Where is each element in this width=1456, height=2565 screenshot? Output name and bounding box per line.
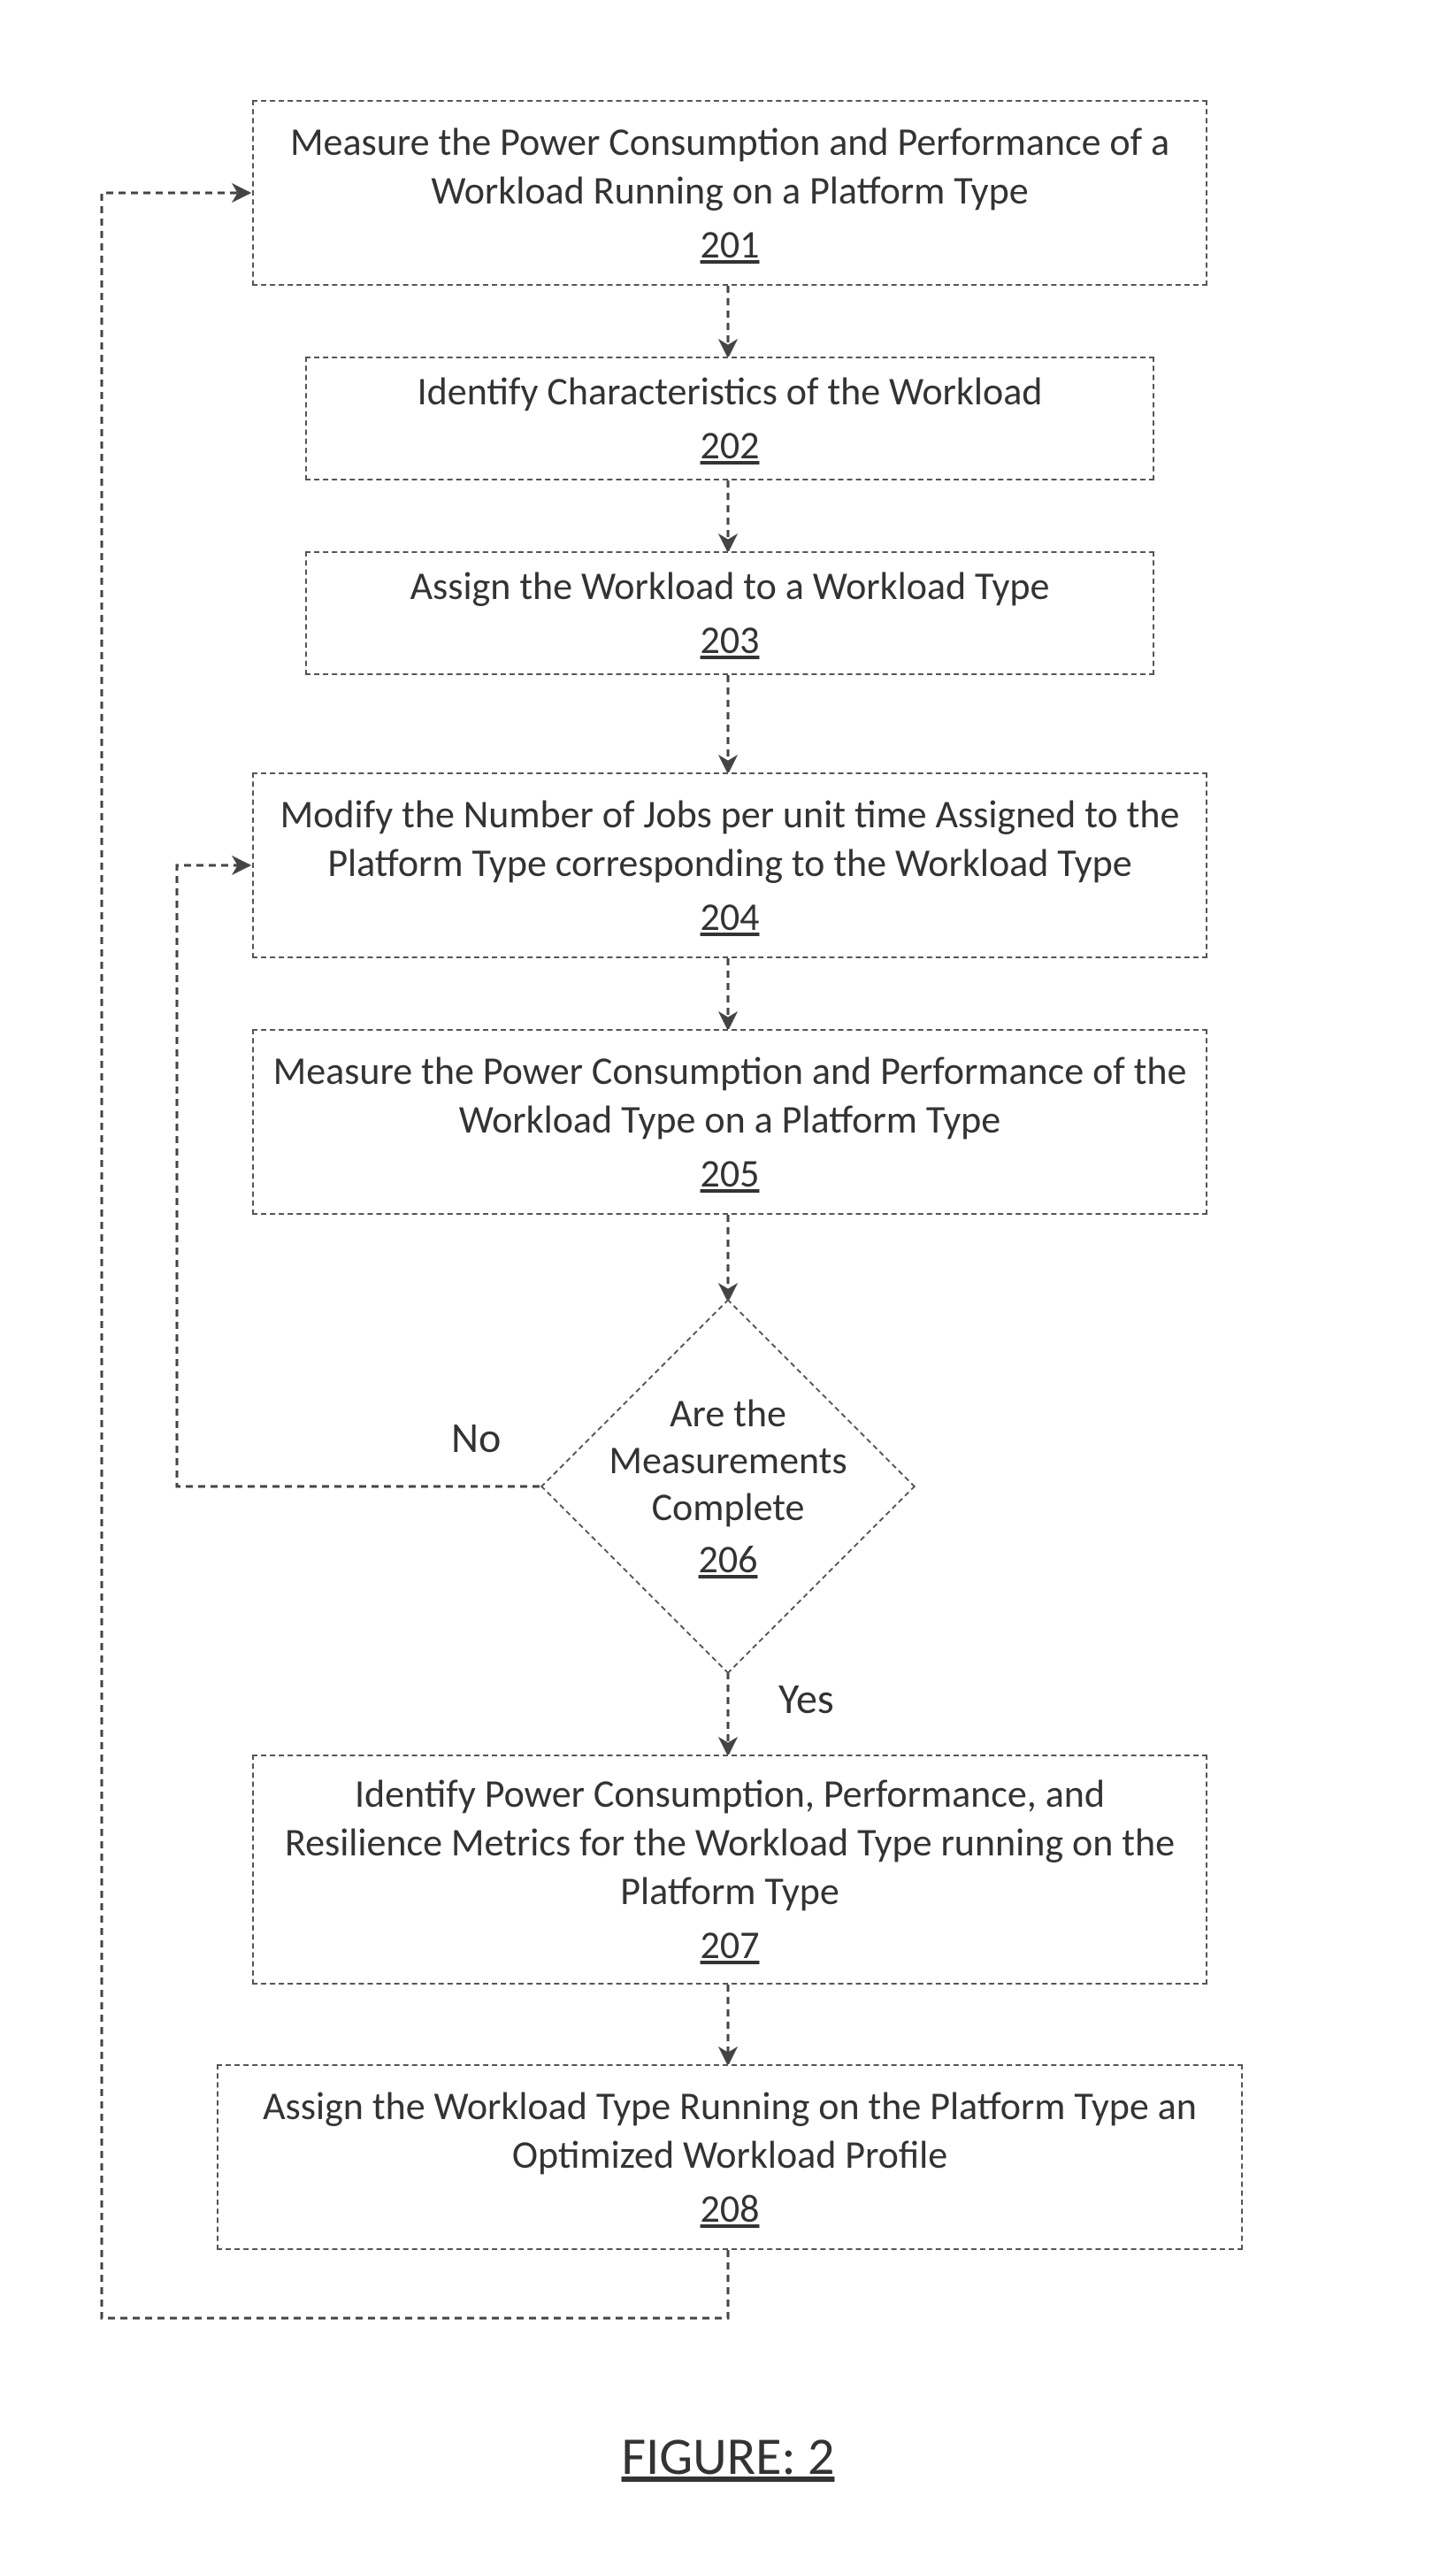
step-201-ref: 201 bbox=[701, 220, 760, 269]
step-208: Assign the Workload Type Running on the … bbox=[217, 2064, 1243, 2250]
label-no: No bbox=[451, 1411, 501, 1463]
step-202-text: Identify Characteristics of the Workload bbox=[418, 367, 1043, 416]
figure-caption: FIGURE: 2 bbox=[0, 2424, 1456, 2489]
step-202: Identify Characteristics of the Workload… bbox=[305, 357, 1154, 480]
step-204: Modify the Number of Jobs per unit time … bbox=[252, 772, 1207, 958]
step-205: Measure the Power Consumption and Perfor… bbox=[252, 1029, 1207, 1215]
decision-206-text: Are the Measurements Complete bbox=[586, 1390, 870, 1530]
step-203: Assign the Workload to a Workload Type 2… bbox=[305, 551, 1154, 675]
step-201-text: Measure the Power Consumption and Perfor… bbox=[272, 118, 1188, 215]
step-207: Identify Power Consumption, Performance,… bbox=[252, 1755, 1207, 1985]
step-205-text: Measure the Power Consumption and Perfor… bbox=[272, 1047, 1188, 1144]
step-203-ref: 203 bbox=[701, 616, 760, 664]
step-208-text: Assign the Workload Type Running on the … bbox=[236, 2082, 1223, 2179]
step-201: Measure the Power Consumption and Perfor… bbox=[252, 100, 1207, 286]
step-208-ref: 208 bbox=[701, 2185, 760, 2233]
step-207-text: Identify Power Consumption, Performance,… bbox=[272, 1770, 1188, 1916]
step-205-ref: 205 bbox=[701, 1149, 760, 1198]
flowchart-canvas: Measure the Power Consumption and Perfor… bbox=[0, 0, 1456, 2565]
step-207-ref: 207 bbox=[701, 1921, 760, 1970]
decision-206: Are the Measurements Complete 206 bbox=[540, 1301, 916, 1672]
step-204-ref: 204 bbox=[701, 893, 760, 941]
step-203-text: Assign the Workload to a Workload Type bbox=[410, 562, 1050, 611]
decision-206-ref: 206 bbox=[699, 1536, 758, 1583]
label-yes: Yes bbox=[778, 1672, 834, 1724]
step-204-text: Modify the Number of Jobs per unit time … bbox=[272, 790, 1188, 887]
step-202-ref: 202 bbox=[701, 421, 760, 470]
